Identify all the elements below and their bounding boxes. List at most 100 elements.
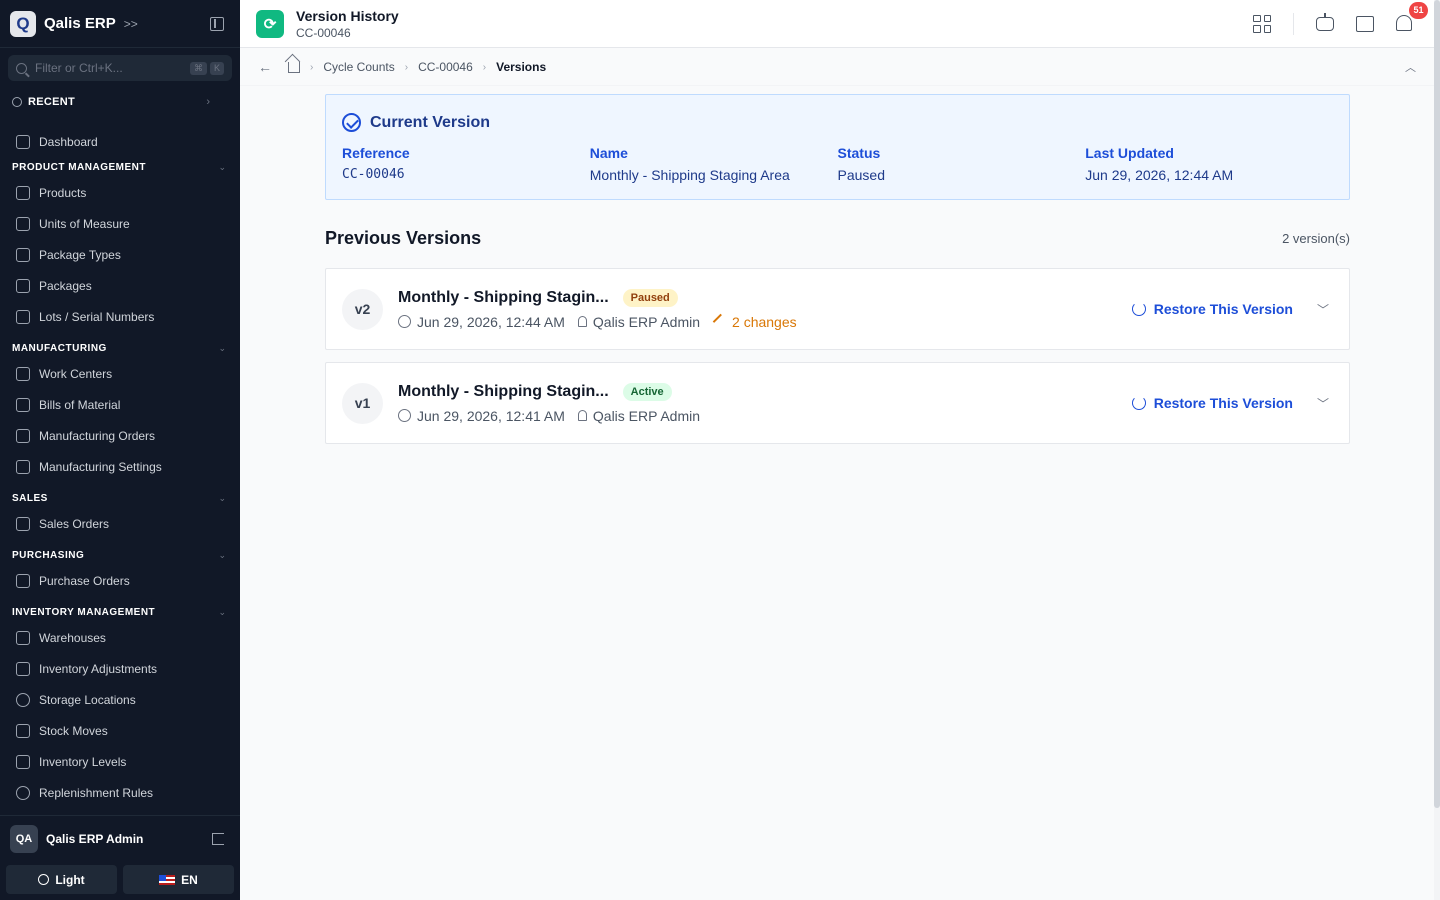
sidebar-item-units-of-measure[interactable]: Units of Measure xyxy=(0,208,240,239)
sidebar-item-label: Stock Moves xyxy=(39,723,108,738)
chevron-right-icon: › xyxy=(404,61,409,73)
sidebar-item-label: Units of Measure xyxy=(39,216,130,231)
sidebar-item-stock-moves[interactable]: Stock Moves xyxy=(0,715,240,746)
map-pin-icon xyxy=(16,692,30,707)
version-name: Monthly - Shipping Stagin... xyxy=(398,382,609,400)
sidebar-item-manufacturing-settings[interactable]: Manufacturing Settings xyxy=(0,451,240,482)
hierarchy-icon xyxy=(16,397,30,412)
version-card-v1[interactable]: v1 Monthly - Shipping Stagin... Active J… xyxy=(325,362,1350,444)
restore-icon xyxy=(1131,396,1146,410)
sidebar-item-inventory-levels[interactable]: Inventory Levels xyxy=(0,746,240,777)
chevron-up-icon[interactable]: ︿ xyxy=(1405,59,1416,75)
sidebar: Q Qalis ERP >> ⌘ K RECENT › Dashboard PR… xyxy=(0,0,240,900)
sidebar-item-work-centers[interactable]: Work Centers xyxy=(0,358,240,389)
version-meta: Jun 29, 2026, 12:44 AM Qalis ERP Admin 2… xyxy=(398,314,797,330)
logout-icon[interactable] xyxy=(212,832,224,845)
breadcrumb-record[interactable]: CC-00046 xyxy=(418,60,473,74)
chevron-down-icon[interactable]: ﹀ xyxy=(1317,395,1329,412)
breadcrumb-versions: Versions xyxy=(496,60,547,74)
version-user: Qalis ERP Admin xyxy=(592,407,701,424)
k-key: K xyxy=(209,61,224,75)
back-arrow-icon[interactable]: ← xyxy=(258,59,272,75)
notifications-button[interactable]: 51 xyxy=(1396,1,1428,33)
restore-icon xyxy=(1131,302,1146,316)
scrollbar-thumb[interactable] xyxy=(1434,0,1440,808)
sidebar-item-dashboard[interactable]: Dashboard xyxy=(0,126,240,157)
restore-version-button[interactable]: Restore This Version xyxy=(1131,395,1293,411)
sidebar-item-label: Manufacturing Settings xyxy=(39,459,162,474)
language-button[interactable]: EN xyxy=(123,865,234,894)
bot-icon[interactable] xyxy=(1316,12,1334,31)
version-info: Monthly - Shipping Stagin... Paused Jun … xyxy=(398,288,797,330)
version-card-v2[interactable]: v2 Monthly - Shipping Stagin... Paused J… xyxy=(325,268,1350,350)
sidebar-item-purchase-orders[interactable]: Purchase Orders xyxy=(0,565,240,596)
status-badge: Active xyxy=(622,382,672,401)
sidebar-item-storage-locations[interactable]: Storage Locations xyxy=(0,684,240,715)
tag-icon xyxy=(16,309,30,324)
chevron-down-icon[interactable]: ﹀ xyxy=(1317,301,1329,318)
apps-grid-icon[interactable] xyxy=(1253,14,1271,33)
sidebar-item-label: Dashboard xyxy=(39,134,98,149)
app-logo[interactable]: Q xyxy=(10,10,36,37)
restore-label: Restore This Version xyxy=(1153,301,1293,317)
clock-icon xyxy=(398,409,411,422)
restore-version-button[interactable]: Restore This Version xyxy=(1131,301,1293,317)
section-sales[interactable]: SALES ⌄ xyxy=(0,488,240,508)
sidebar-item-warehouses[interactable]: Warehouses xyxy=(0,622,240,653)
sidebar-item-bills-of-material[interactable]: Bills of Material xyxy=(0,389,240,420)
field-value: Monthly - Shipping Staging Area xyxy=(589,167,790,183)
chevron-right-icon[interactable]: >> xyxy=(124,17,138,31)
sidebar-item-label: Storage Locations xyxy=(39,692,136,707)
version-info: Monthly - Shipping Stagin... Active Jun … xyxy=(398,382,701,424)
avatar: QA xyxy=(10,824,38,853)
field-label: Name xyxy=(589,145,628,161)
sidebar-item-inventory-adjustments[interactable]: Inventory Adjustments xyxy=(0,653,240,684)
sidebar-collapse-icon[interactable] xyxy=(210,16,224,31)
section-manufacturing[interactable]: MANUFACTURING ⌄ xyxy=(0,338,240,358)
sidebar-item-label: Products xyxy=(39,185,87,200)
factory-icon xyxy=(16,366,30,381)
search-icon xyxy=(16,62,27,74)
version-name-row: Monthly - Shipping Stagin... Active xyxy=(398,382,700,401)
home-icon[interactable] xyxy=(288,61,300,73)
user-profile[interactable]: QA Qalis ERP Admin xyxy=(0,815,240,861)
section-purchasing[interactable]: PURCHASING ⌄ xyxy=(0,545,240,565)
section-inventory-management[interactable]: INVENTORY MANAGEMENT ⌄ xyxy=(0,602,240,622)
sun-icon xyxy=(38,874,50,885)
breadcrumb-cycle-counts[interactable]: Cycle Counts xyxy=(323,60,394,74)
sidebar-item-manufacturing-orders[interactable]: Manufacturing Orders xyxy=(0,420,240,451)
sidebar-item-products[interactable]: Products xyxy=(0,177,240,208)
changes-count[interactable]: 2 changes xyxy=(732,314,797,330)
theme-label: Light xyxy=(55,872,85,887)
sidebar-item-label: Packages xyxy=(39,278,92,293)
sidebar-item-sales-orders[interactable]: Sales Orders xyxy=(0,508,240,539)
user-icon xyxy=(577,316,587,327)
version-name-row: Monthly - Shipping Stagin... Paused xyxy=(398,288,797,307)
sidebar-item-lots-serial-numbers[interactable]: Lots / Serial Numbers xyxy=(0,301,240,332)
user-name: Qalis ERP Admin xyxy=(46,831,144,846)
language-label: EN xyxy=(181,872,198,887)
chat-icon[interactable] xyxy=(1356,15,1374,32)
divider xyxy=(0,47,240,48)
scrollbar[interactable] xyxy=(1434,0,1440,900)
field-label: Reference xyxy=(342,145,410,161)
sidebar-search[interactable]: ⌘ K xyxy=(8,55,232,81)
chevron-down-icon: ⌄ xyxy=(218,549,226,560)
sidebar-item-replenishment-rules[interactable]: Replenishment Rules xyxy=(0,777,240,808)
sidebar-footer: QA Qalis ERP Admin Light EN xyxy=(0,815,240,900)
section-product-management[interactable]: PRODUCT MANAGEMENT ⌄ xyxy=(0,157,240,177)
sidebar-search-input[interactable] xyxy=(35,61,175,75)
title-block: Version History CC-00046 xyxy=(296,8,399,40)
theme-toggle-button[interactable]: Light xyxy=(6,865,117,894)
recent-toggle[interactable]: RECENT › xyxy=(0,88,240,116)
sidebar-item-label: Inventory Levels xyxy=(39,754,127,769)
sidebar-item-packages[interactable]: Packages xyxy=(0,270,240,301)
shortcut-hint: ⌘ K xyxy=(189,61,224,75)
app-name[interactable]: Qalis ERP xyxy=(44,15,116,32)
sidebar-item-package-types[interactable]: Package Types xyxy=(0,239,240,270)
warehouse-icon xyxy=(16,630,30,645)
version-user: Qalis ERP Admin xyxy=(592,313,701,330)
restore-label: Restore This Version xyxy=(1153,395,1293,411)
field-value: Paused xyxy=(837,167,885,183)
previous-versions-header: Previous Versions 2 version(s) xyxy=(325,228,1350,249)
